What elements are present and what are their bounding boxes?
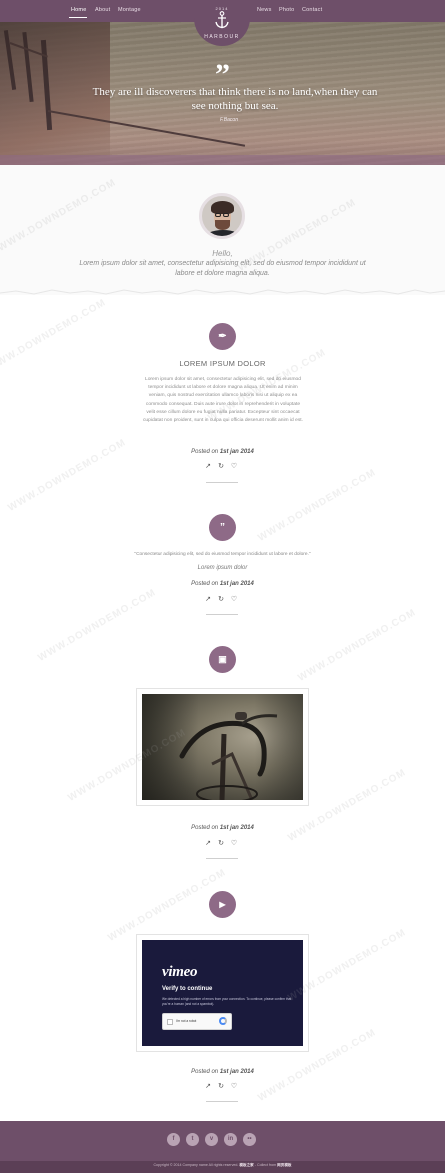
post-divider	[206, 1101, 238, 1102]
vimeo-logo: vimeo	[162, 964, 198, 980]
post-divider	[206, 858, 238, 859]
image-icon: ▣	[209, 646, 236, 673]
footer-middle-text: - Collect from	[253, 1163, 278, 1167]
post-meta: Posted on 1st jan 2014	[0, 449, 445, 455]
hero-quote: They are ill discoverers that think ther…	[92, 86, 378, 112]
copyright-text: Copyright © 2014 Company name All rights…	[153, 1163, 239, 1167]
post-meta: Posted on 1st jan 2014	[0, 581, 445, 587]
captcha-checkbox[interactable]	[167, 1019, 173, 1025]
captcha-label: I'm not a robot	[176, 1019, 197, 1023]
linkedin-icon[interactable]: in	[224, 1133, 237, 1146]
post-actions: ↗ ↻ ♡	[204, 840, 244, 848]
heart-icon[interactable]: ♡	[230, 840, 238, 848]
avatar-hair	[211, 201, 234, 214]
quote-author: Lorem ipsum dolor	[197, 565, 248, 571]
share-icon[interactable]: ↗	[204, 596, 212, 604]
quote-text: "Consectetur adipisicing elit, sed do ei…	[134, 552, 311, 557]
avatar-glasses	[215, 213, 221, 217]
nav-home[interactable]: Home	[71, 7, 86, 13]
hero-signature: F.Bacon	[220, 117, 238, 123]
footer: f t v in •• Copyright © 2014 Company nam…	[0, 1121, 445, 1173]
nav-active-indicator	[69, 17, 87, 18]
about-section: Hello, Lorem ipsum dolor sit amet, conse…	[0, 165, 445, 295]
retweet-icon[interactable]: ↻	[217, 596, 225, 604]
video-icon: ▶	[209, 891, 236, 918]
flickr-icon[interactable]: ••	[243, 1133, 256, 1146]
nav-montage[interactable]: Montage	[118, 7, 141, 13]
about-text: Lorem ipsum dolor sit amet, consectetur …	[79, 260, 366, 277]
post-video-frame: vimeo Verify to continue We detected a h…	[136, 934, 309, 1052]
about-hello: Hello,	[212, 249, 233, 258]
retweet-icon[interactable]: ↻	[217, 463, 225, 471]
post-date: 1st jan 2014	[219, 825, 254, 831]
post-date: 1st jan 2014	[219, 581, 254, 587]
anchor-icon	[215, 11, 229, 29]
post-meta: Posted on 1st jan 2014	[0, 825, 445, 831]
watermark: WWW.DOWNDEMO.COM	[296, 607, 419, 684]
quote-icon: ”	[209, 514, 236, 541]
watermark: WWW.DOWNDEMO.COM	[256, 467, 379, 544]
bicycle-handlebar-image	[179, 712, 278, 800]
bicycle-photo[interactable]	[142, 694, 303, 800]
retweet-icon[interactable]: ↻	[217, 840, 225, 848]
footer-copyright: Copyright © 2014 Company name All rights…	[0, 1163, 445, 1168]
post-image-frame	[136, 688, 309, 806]
post-meta: Posted on 1st jan 2014	[0, 1069, 445, 1075]
share-icon[interactable]: ↗	[204, 1083, 212, 1091]
pen-icon: ✒	[209, 323, 236, 350]
watermark: WWW.DOWNDEMO.COM	[36, 587, 159, 664]
nav-contact[interactable]: Contact	[302, 7, 322, 13]
post-date: 1st jan 2014	[219, 449, 254, 455]
nav-photo[interactable]: Photo	[279, 7, 294, 13]
footer-link-1[interactable]: 模板之家	[239, 1163, 253, 1167]
heart-icon[interactable]: ♡	[230, 596, 238, 604]
captcha-widget[interactable]: I'm not a robot	[162, 1013, 232, 1030]
posted-label: Posted on	[191, 1069, 219, 1075]
avatar-shirt	[204, 230, 242, 236]
posted-label: Posted on	[191, 449, 219, 455]
vimeo-embed[interactable]: vimeo Verify to continue We detected a h…	[142, 940, 303, 1046]
post-divider	[206, 614, 238, 615]
post-actions: ↗ ↻ ♡	[204, 1083, 244, 1091]
site-logo[interactable]: 2014 HARBOUR	[194, 0, 250, 46]
retweet-icon[interactable]: ↻	[217, 1083, 225, 1091]
share-icon[interactable]: ↗	[204, 840, 212, 848]
heart-icon[interactable]: ♡	[230, 463, 238, 471]
avatar-beard	[215, 220, 230, 230]
facebook-icon[interactable]: f	[167, 1133, 180, 1146]
heart-icon[interactable]: ♡	[230, 1083, 238, 1091]
hero-bottom-band	[0, 155, 445, 165]
share-icon[interactable]: ↗	[204, 463, 212, 471]
nav-news[interactable]: News	[257, 7, 272, 13]
vimeo-icon[interactable]: v	[205, 1133, 218, 1146]
post-divider	[206, 482, 238, 483]
verify-heading: Verify to continue	[162, 986, 213, 992]
post-title[interactable]: LOREM IPSUM DOLOR	[0, 359, 445, 368]
avatar-glasses	[223, 213, 229, 217]
logo-brand: HARBOUR	[204, 34, 240, 40]
avatar	[199, 193, 245, 239]
verify-note: We detected a high number of errors from…	[162, 997, 292, 1006]
posted-label: Posted on	[191, 581, 219, 587]
twitter-icon[interactable]: t	[186, 1133, 199, 1146]
post-date: 1st jan 2014	[219, 1069, 254, 1075]
post-body: Lorem ipsum dolor sit amet, consectetur …	[142, 377, 304, 424]
footer-link-2[interactable]: 网页模板	[277, 1163, 291, 1167]
posted-label: Posted on	[191, 825, 219, 831]
post-actions: ↗ ↻ ♡	[204, 596, 244, 604]
torn-paper-edge	[0, 287, 445, 295]
post-actions: ↗ ↻ ♡	[204, 463, 244, 471]
nav-about[interactable]: About	[95, 7, 110, 13]
recaptcha-icon	[219, 1017, 227, 1025]
